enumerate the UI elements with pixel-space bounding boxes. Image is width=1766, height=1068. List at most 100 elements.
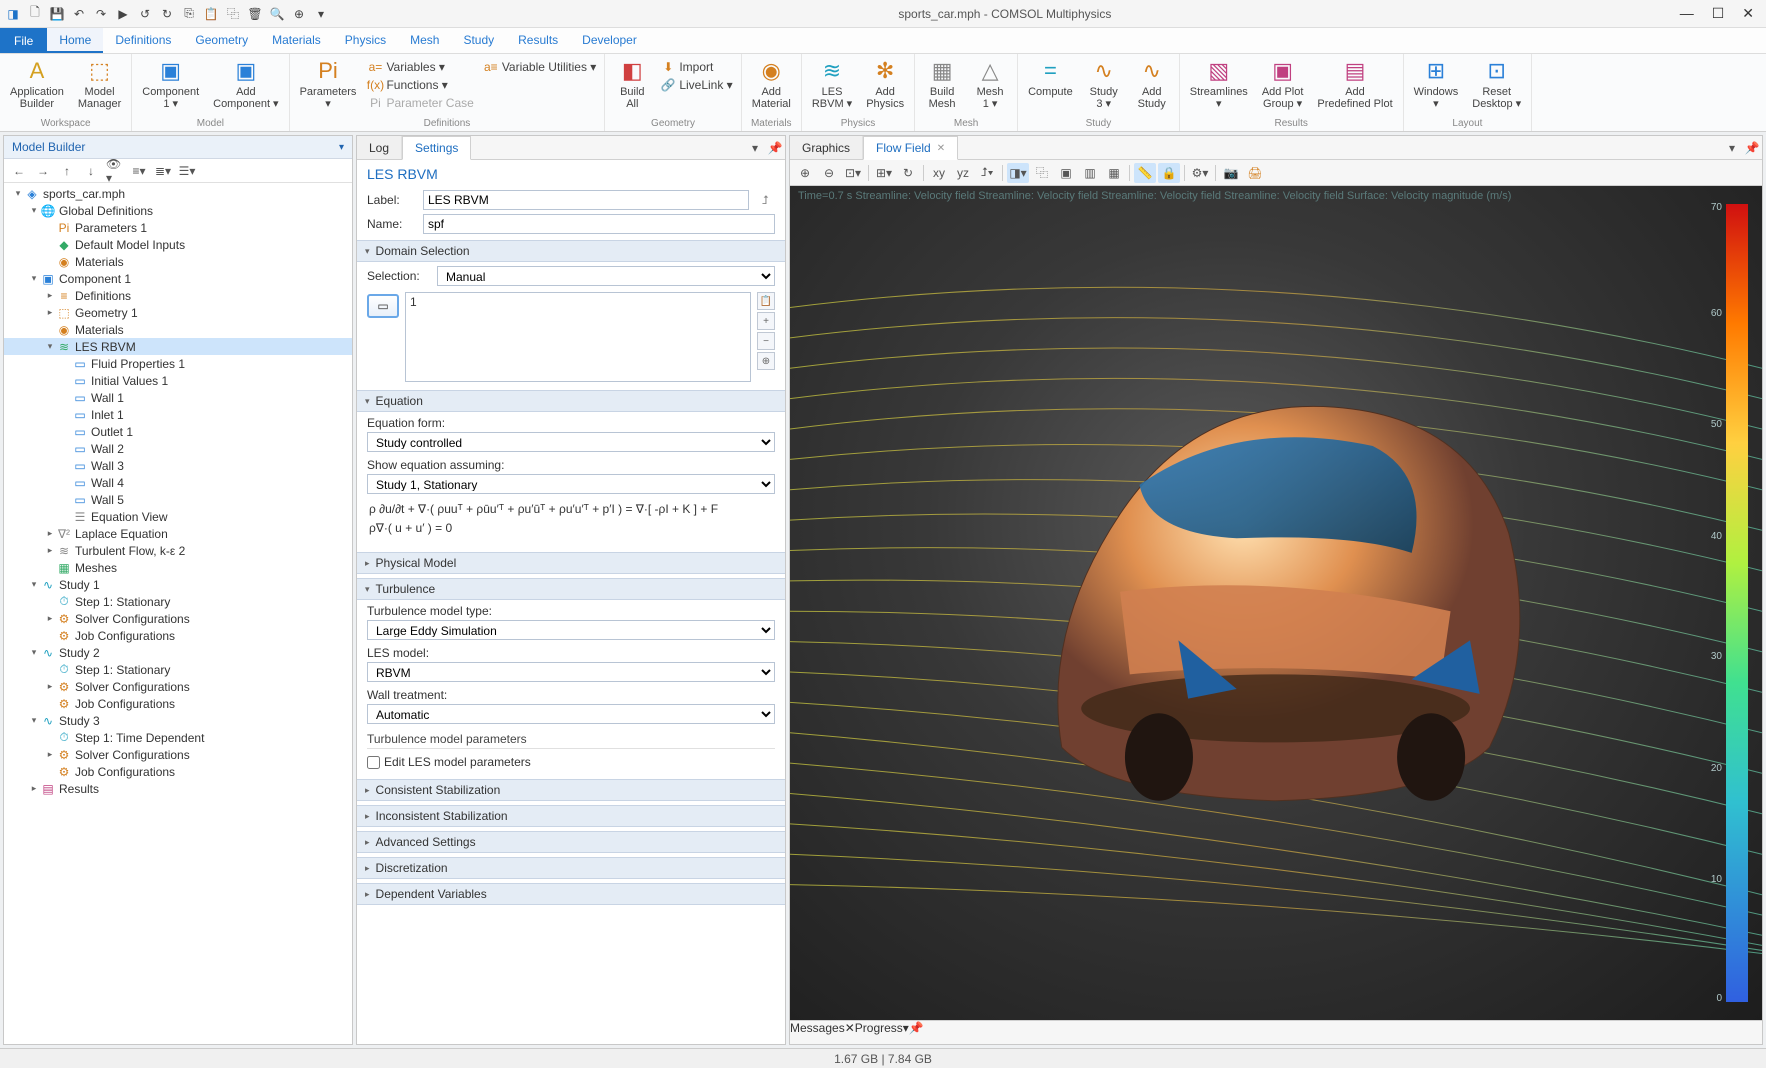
undo-icon[interactable]: ↶ (70, 5, 88, 23)
turbulence-section[interactable]: ▾Turbulence (357, 578, 785, 600)
tree-node[interactable]: ⚙Job Configurations (4, 763, 352, 780)
component1-button[interactable]: ▣Component 1 ▾ (136, 56, 205, 112)
zoom-ext-icon[interactable]: ⊡▾ (842, 163, 864, 183)
reset-desktop-button[interactable]: ⊡Reset Desktop ▾ (1466, 56, 1527, 112)
remove-selection-icon[interactable]: − (757, 332, 775, 350)
tree-node[interactable]: ▸▤Results (4, 780, 352, 797)
play-icon[interactable]: ▶ (114, 5, 132, 23)
wall-treatment-dropdown[interactable]: Automatic (367, 704, 775, 724)
tab-mesh[interactable]: Mesh (398, 28, 451, 53)
copy-icon[interactable]: ⎘ (180, 5, 198, 23)
les-rbvm-button[interactable]: ≋LES RBVM ▾ (806, 56, 858, 112)
paste-selection-icon[interactable]: 📋 (757, 292, 775, 310)
goto-icon[interactable]: ⮥ (755, 190, 775, 210)
tab-geometry[interactable]: Geometry (183, 28, 260, 53)
tree-node[interactable]: ☰Equation View (4, 508, 352, 525)
chevron-down-icon[interactable]: ▾ (339, 142, 344, 153)
close-icon[interactable]: ✕ (845, 1021, 855, 1035)
tree-node[interactable]: ▾≋LES RBVM (4, 338, 352, 355)
functions-button[interactable]: f(x)Functions ▾ (364, 76, 477, 94)
windows-button[interactable]: ⊞Windows ▾ (1408, 56, 1465, 112)
tree-node[interactable]: ⏱Step 1: Stationary (4, 593, 352, 610)
tree-node[interactable]: ▭Fluid Properties 1 (4, 355, 352, 372)
rotate-icon[interactable]: ↻ (897, 163, 919, 183)
redo-icon[interactable]: ↷ (92, 5, 110, 23)
tree-node[interactable]: ▸⚙Solver Configurations (4, 746, 352, 763)
variable-utilities-button[interactable]: a≡Variable Utilities ▾ (480, 58, 601, 76)
application-builder-button[interactable]: AApplication Builder (4, 56, 70, 112)
add-component-button[interactable]: ▣Add Component ▾ (207, 56, 284, 112)
viewport[interactable]: Time=0.7 s Streamline: Velocity field St… (790, 186, 1762, 1020)
zoom-out-icon[interactable]: ⊖ (818, 163, 840, 183)
find-icon[interactable]: 🔍 (268, 5, 286, 23)
gear-icon[interactable]: ⚙▾ (1189, 163, 1211, 183)
add-selection-icon[interactable]: + (757, 312, 775, 330)
view-yz-icon[interactable]: yz (952, 163, 974, 183)
tree-node[interactable]: ⏱Step 1: Stationary (4, 661, 352, 678)
equation-section[interactable]: ▾Equation (357, 390, 785, 412)
wireframe-icon[interactable]: ▦ (1103, 163, 1125, 183)
variables-button[interactable]: a=Variables ▾ (364, 58, 477, 76)
tree-node[interactable]: ▭Outlet 1 (4, 423, 352, 440)
tree-node[interactable]: ▭Wall 1 (4, 389, 352, 406)
copy-view-icon[interactable]: ⿻ (1031, 163, 1053, 183)
tree-node[interactable]: ▭Wall 2 (4, 440, 352, 457)
study3-button[interactable]: ∿Study 3 ▾ (1081, 56, 1127, 112)
lock-icon[interactable]: 🔒 (1158, 163, 1180, 183)
les-model-dropdown[interactable]: RBVM (367, 662, 775, 682)
tree-node[interactable]: ▭Wall 5 (4, 491, 352, 508)
print-icon[interactable]: 🖨 (1244, 163, 1266, 183)
tab-study[interactable]: Study (451, 28, 506, 53)
parameters-button[interactable]: PiParameters ▾ (294, 56, 363, 112)
tab-flow-field[interactable]: Flow Field✕ (863, 136, 958, 160)
tree-node[interactable]: ▭Wall 3 (4, 457, 352, 474)
chevron-down-icon[interactable]: ▾ (1722, 136, 1742, 159)
tree-node[interactable]: ▭Wall 4 (4, 474, 352, 491)
tree-node[interactable]: ⚙Job Configurations (4, 627, 352, 644)
select-icon[interactable]: ◨▾ (1007, 163, 1029, 183)
scene-light-icon[interactable]: ▣ (1055, 163, 1077, 183)
turbulence-type-dropdown[interactable]: Large Eddy Simulation (367, 620, 775, 640)
physical-model-section[interactable]: ▸Physical Model (357, 552, 785, 574)
tree-node[interactable]: ◉Materials (4, 321, 352, 338)
delete-icon[interactable]: 🗑 (246, 5, 264, 23)
tab-log[interactable]: Log (357, 136, 402, 159)
label-input[interactable] (423, 190, 749, 210)
show-icon[interactable]: 👁▾ (106, 162, 124, 180)
file-tab[interactable]: File (0, 28, 47, 53)
paste-icon[interactable]: 📋 (202, 5, 220, 23)
dependent-variables-section[interactable]: ▸Dependent Variables (357, 883, 785, 905)
pin-icon[interactable]: 📌 (909, 1021, 924, 1044)
tree-node[interactable]: ◆Default Model Inputs (4, 236, 352, 253)
tree-node-root[interactable]: ▾◈sports_car.mph (4, 185, 352, 202)
save-icon[interactable]: 💾 (48, 5, 66, 23)
tree-node[interactable]: ◉Materials (4, 253, 352, 270)
back-icon[interactable]: ↺ (136, 5, 154, 23)
zoom-icon[interactable]: ⊕ (290, 5, 308, 23)
tab-physics[interactable]: Physics (333, 28, 398, 53)
camera-icon[interactable]: 📷 (1220, 163, 1242, 183)
tree-node[interactable]: ▭Initial Values 1 (4, 372, 352, 389)
tab-developer[interactable]: Developer (570, 28, 649, 53)
name-input[interactable] (423, 214, 775, 234)
view-xy-icon[interactable]: xy (928, 163, 950, 183)
new-icon[interactable]: 🗋 (26, 5, 44, 23)
forward-icon[interactable]: → (34, 162, 52, 180)
expand-icon[interactable]: ≣▾ (154, 162, 172, 180)
build-all-button[interactable]: ◧Build All (609, 56, 655, 112)
tab-graphics[interactable]: Graphics (790, 136, 863, 159)
forward-icon[interactable]: ↻ (158, 5, 176, 23)
tree-node[interactable]: ▦Meshes (4, 559, 352, 576)
close-button[interactable]: ✕ (1742, 5, 1754, 22)
parameter-case-button[interactable]: PiParameter Case (364, 94, 477, 112)
consistent-stabilization-section[interactable]: ▸Consistent Stabilization (357, 779, 785, 801)
zoom-box-icon[interactable]: ⊞▾ (873, 163, 895, 183)
domain-icon[interactable]: ▭ (367, 294, 399, 318)
tree-node[interactable]: ▭Inlet 1 (4, 406, 352, 423)
add-physics-button[interactable]: ✻Add Physics (860, 56, 910, 112)
tab-progress[interactable]: Progress (855, 1021, 903, 1044)
tab-settings[interactable]: Settings (402, 136, 471, 160)
tree-node[interactable]: ⏱Step 1: Time Dependent (4, 729, 352, 746)
tab-home[interactable]: Home (47, 28, 103, 53)
tree-node[interactable]: ▸≡Definitions (4, 287, 352, 304)
